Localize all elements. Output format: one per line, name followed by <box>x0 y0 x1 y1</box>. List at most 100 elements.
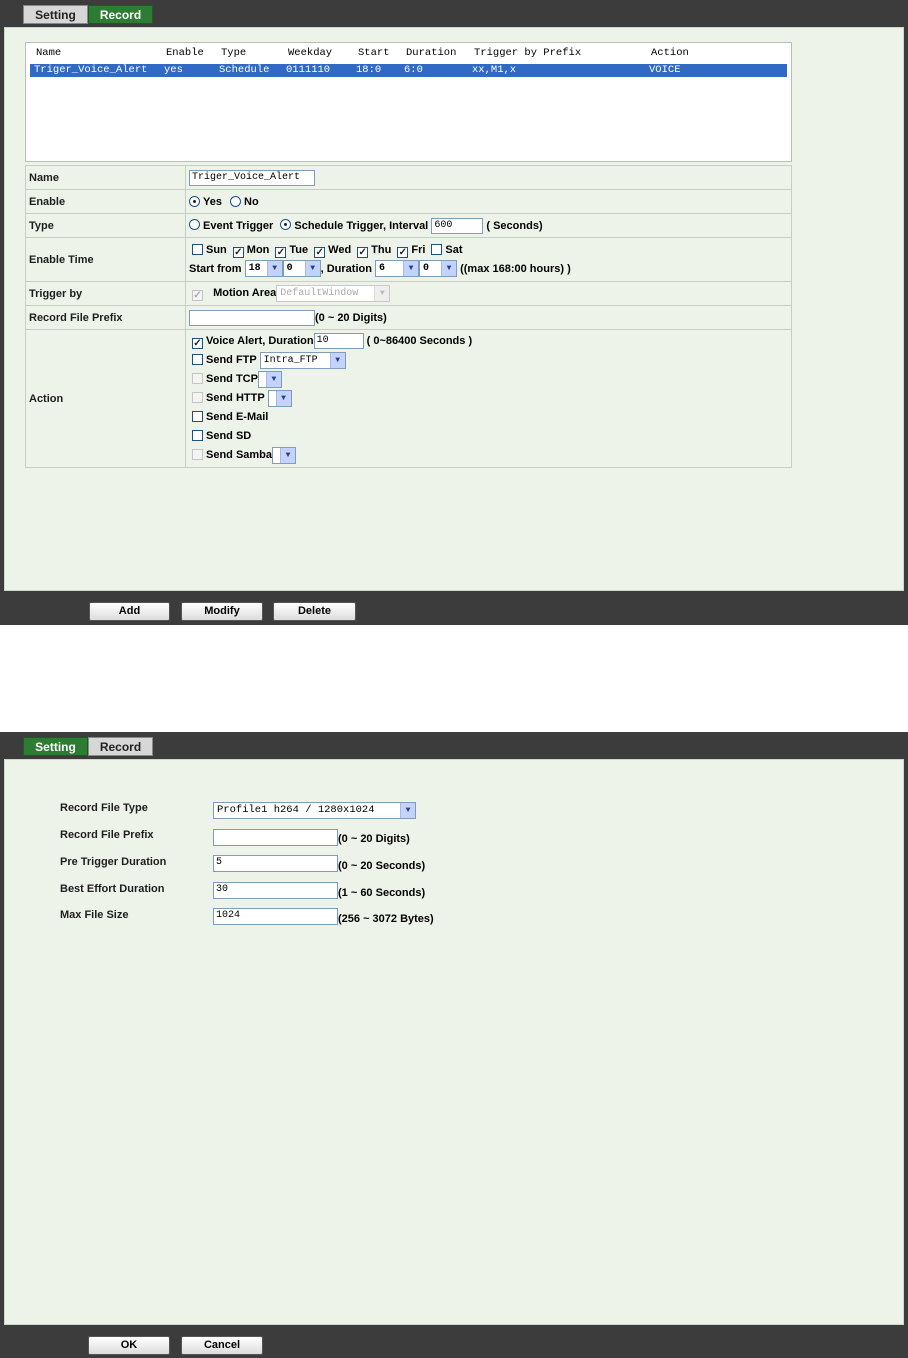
duration-label: , Duration <box>320 262 372 275</box>
motion-area-checkbox[interactable]: ✓ <box>192 290 203 302</box>
record-file-type-select[interactable]: Profile1 h264 / 1280x1024 ▼ <box>213 802 416 819</box>
event-trigger-label: Event Trigger <box>203 219 274 232</box>
start-min-select[interactable]: 0 ▼ <box>282 260 321 278</box>
tab-record[interactable]: Record <box>88 737 153 756</box>
col-name: Name <box>36 47 62 59</box>
max-file-size-label: Max File Size <box>60 909 129 921</box>
send-http-checkbox[interactable] <box>192 392 203 403</box>
col-trigger-prefix: Trigger by Prefix <box>474 47 582 59</box>
weekday-checkbox-sun[interactable] <box>192 243 203 255</box>
send-email-checkbox[interactable] <box>192 411 203 422</box>
send-samba-checkbox[interactable] <box>192 449 203 460</box>
http-select[interactable]: ▼ <box>267 389 292 407</box>
samba-select[interactable]: ▼ <box>272 446 297 464</box>
chevron-down-icon: ▼ <box>403 261 419 277</box>
weekday-checkbox-sat[interactable] <box>431 243 443 255</box>
tab-setting[interactable]: Setting <box>23 737 88 756</box>
add-button[interactable]: Add <box>89 602 170 621</box>
table-row[interactable]: Triger_Voice_Alert yes Schedule 0111110 … <box>30 64 787 77</box>
send-sd-checkbox[interactable] <box>192 430 203 441</box>
chevron-down-icon: ▼ <box>280 447 296 463</box>
start-from-label: Start from <box>189 262 242 275</box>
weekday-label: Fri <box>411 243 426 256</box>
action-label: Action <box>25 329 186 468</box>
weekday-checkbox-thu[interactable]: ✓ <box>357 246 369 258</box>
enable-no-label: No <box>244 195 259 208</box>
send-http-row: Send HTTP ▼ <box>189 389 788 408</box>
send-email-label: Send E-Mail <box>206 411 269 423</box>
weekday-checkbox-tue[interactable]: ✓ <box>275 246 287 258</box>
tab-setting[interactable]: Setting <box>23 5 88 24</box>
tab-record[interactable]: Record <box>88 5 153 24</box>
row-trigger-prefix: xx,M1,x <box>472 64 517 76</box>
weekday-checkbox-mon[interactable]: ✓ <box>232 246 244 258</box>
col-type: Type <box>221 47 247 59</box>
voice-alert-checkbox[interactable]: ✓ <box>192 338 203 349</box>
weekday-label: Mon <box>246 243 270 256</box>
send-tcp-checkbox[interactable] <box>192 373 203 384</box>
event-trigger-radio[interactable] <box>189 219 200 231</box>
send-sd-row: Send SD <box>189 427 788 446</box>
ok-button[interactable]: OK <box>88 1336 170 1355</box>
record-file-type-value: Profile1 h264 / 1280x1024 <box>217 804 375 816</box>
motion-window-value: DefaultWindow <box>280 288 359 299</box>
duration-hour-select[interactable]: 6 ▼ <box>375 260 420 278</box>
enable-time-label: Enable Time <box>25 237 186 282</box>
setting-content-area <box>4 759 904 1325</box>
interval-input[interactable]: 600 <box>431 217 484 234</box>
weekday-label: Sat <box>445 243 463 256</box>
record-form: Name Triger_Voice_Alert Enable Yes No Ty… <box>25 165 792 468</box>
send-http-label: Send HTTP <box>206 392 265 404</box>
weekday-checkbox-wed[interactable]: ✓ <box>314 246 326 258</box>
send-email-row: Send E-Mail <box>189 408 788 427</box>
row-name: Triger_Voice_Alert <box>34 64 148 76</box>
ftp-select[interactable]: Intra_FTP ▼ <box>259 351 346 369</box>
send-ftp-checkbox[interactable] <box>192 354 203 365</box>
chevron-down-icon: ▼ <box>329 352 345 368</box>
row-duration: 6:0 <box>404 64 423 76</box>
start-hour-select[interactable]: 18 ▼ <box>244 260 283 278</box>
voice-duration-input[interactable]: 10 <box>313 333 364 350</box>
best-effort-hint: (1 ~ 60 Seconds) <box>338 887 426 899</box>
send-sd-label: Send SD <box>206 430 252 442</box>
enable-label: Enable <box>25 189 186 214</box>
best-effort-input[interactable]: 30 <box>213 882 338 899</box>
start-hour-value: 18 <box>248 263 261 275</box>
enable-yes-radio[interactable] <box>189 195 200 207</box>
chevron-down-icon: ▼ <box>441 261 457 277</box>
pre-trigger-hint: (0 ~ 20 Seconds) <box>338 860 426 872</box>
enable-no-radio[interactable] <box>230 195 242 207</box>
voice-duration-hint: ( 0~86400 Seconds ) <box>366 335 473 347</box>
weekday-label: Tue <box>289 243 309 256</box>
name-label: Name <box>25 165 186 190</box>
motion-window-select[interactable]: DefaultWindow ▼ <box>276 285 391 302</box>
voice-alert-row: ✓ Voice Alert, Duration 10 ( 0~86400 Secon… <box>189 332 788 351</box>
prefix-input[interactable] <box>189 309 315 326</box>
delete-button[interactable]: Delete <box>273 602 356 621</box>
interval-unit: ( Seconds) <box>486 219 543 232</box>
setting-prefix-input[interactable] <box>213 829 338 846</box>
schedule-trigger-radio[interactable] <box>280 219 292 231</box>
max-file-size-input[interactable]: 1024 <box>213 908 338 925</box>
setting-prefix-label: Record File Prefix <box>60 829 154 841</box>
row-type: Schedule <box>219 64 270 76</box>
name-input[interactable]: Triger_Voice_Alert <box>189 169 315 186</box>
modify-button[interactable]: Modify <box>181 602 263 621</box>
record-list[interactable]: Name Enable Type Weekday Start Duration … <box>25 42 792 162</box>
pre-trigger-input[interactable]: 5 <box>213 855 338 872</box>
tcp-select[interactable]: ▼ <box>257 370 282 388</box>
col-start: Start <box>358 47 390 59</box>
cancel-button[interactable]: Cancel <box>181 1336 263 1355</box>
duration-min-select[interactable]: 0 ▼ <box>419 260 458 278</box>
send-tcp-row: Send TCP ▼ <box>189 370 788 389</box>
max-duration-note: ((max 168:00 hours) ) <box>460 262 571 275</box>
type-label: Type <box>25 213 186 238</box>
start-min-value: 0 <box>286 263 293 275</box>
weekday-checkbox-fri[interactable]: ✓ <box>397 246 409 258</box>
duration-min-value: 0 <box>423 263 430 275</box>
ftp-select-value: Intra_FTP <box>263 354 318 366</box>
col-weekday: Weekday <box>288 47 333 59</box>
prefix-label: Record File Prefix <box>25 305 186 330</box>
prefix-hint: (0 ~ 20 Digits) <box>315 311 387 324</box>
weekday-label: Wed <box>328 243 352 256</box>
